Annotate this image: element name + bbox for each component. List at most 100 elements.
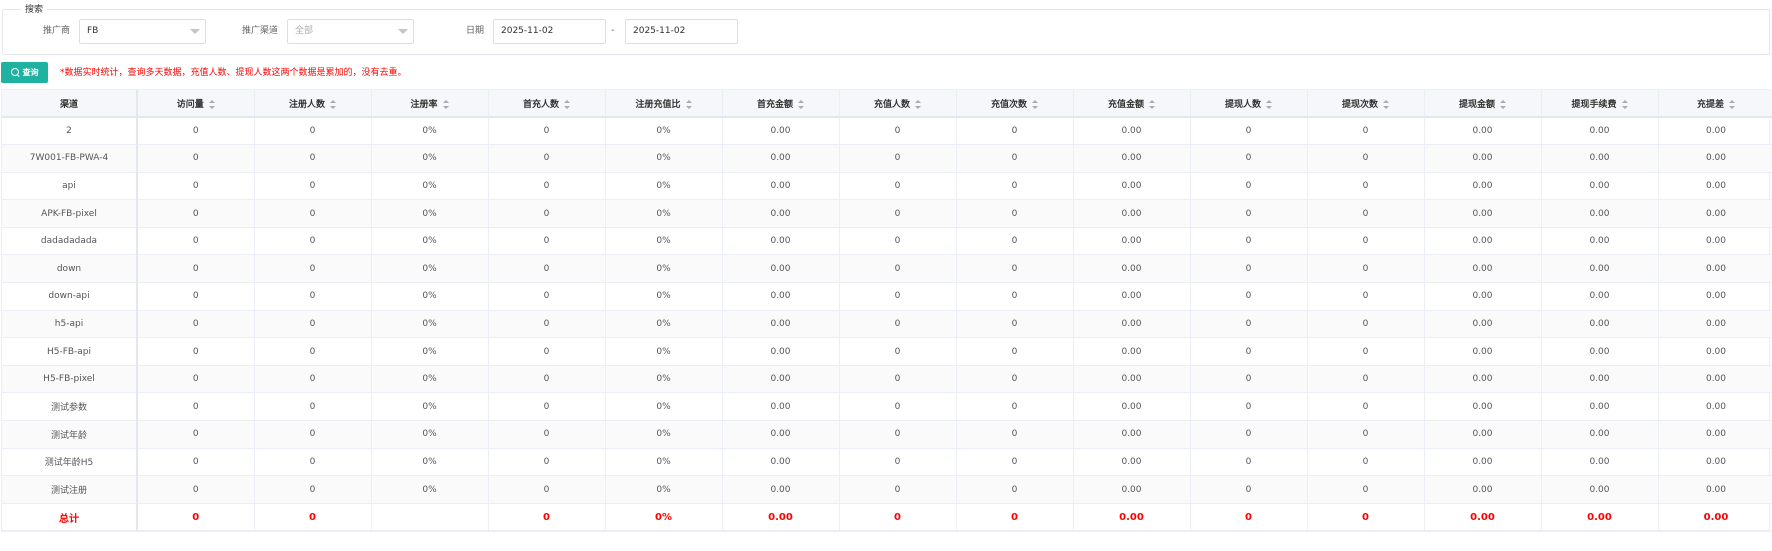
- column-header[interactable]: 注册人数: [254, 90, 372, 118]
- table-cell: 0: [956, 392, 1074, 422]
- column-header[interactable]: 提现手续费: [1541, 90, 1659, 118]
- table-cell: 0.00: [722, 420, 840, 449]
- table-cell: 0.00: [1658, 172, 1772, 201]
- column-header[interactable]: 充提差: [1658, 90, 1772, 118]
- table-cell: 0: [488, 503, 606, 532]
- column-header[interactable]: 提现金额: [1424, 90, 1542, 118]
- column-header[interactable]: 注册率: [371, 90, 489, 118]
- table-cell: 0: [254, 475, 372, 504]
- sort-icon[interactable]: [1032, 99, 1038, 109]
- column-header[interactable]: 充值人数: [839, 90, 957, 118]
- table-cell: 0: [839, 254, 957, 284]
- chevron-down-icon: [190, 29, 200, 34]
- table-cell: 0: [956, 227, 1074, 256]
- date-end-input[interactable]: 2025-11-02: [625, 19, 738, 44]
- query-button-label: 查询: [22, 68, 39, 77]
- table-cell: 0.00: [1073, 254, 1191, 284]
- column-header[interactable]: 提现人数: [1190, 90, 1308, 118]
- column-header[interactable]: 注册充值比: [605, 90, 723, 118]
- table-cell: [371, 503, 489, 532]
- table-cell: 0: [1307, 503, 1425, 532]
- channel-name-cell: H5-FB-pixel: [2, 365, 138, 394]
- table-cell: 0: [1307, 310, 1425, 339]
- table-cell: 0.00: [1658, 420, 1772, 449]
- sort-icon[interactable]: [1266, 99, 1272, 109]
- table-cell: 0: [956, 420, 1074, 449]
- table-cell: 0%: [605, 337, 723, 366]
- sort-icon[interactable]: [1149, 99, 1155, 109]
- table-cell: 0: [839, 420, 957, 449]
- table-cell: 0: [839, 337, 957, 366]
- column-header[interactable]: 充值次数: [956, 90, 1074, 118]
- table-cell: 0: [254, 172, 372, 201]
- table-cell: 0: [956, 310, 1074, 339]
- table-cell: 0: [1307, 227, 1425, 256]
- table-cell: 0: [956, 117, 1074, 146]
- table-cell: 0: [956, 282, 1074, 311]
- table-cell: 0.00: [1541, 448, 1659, 477]
- column-header: 渠道: [2, 90, 138, 118]
- table-cell: 0.00: [1073, 475, 1191, 504]
- table-cell: 0: [1190, 392, 1308, 422]
- sort-icon[interactable]: [1383, 99, 1389, 109]
- table-cell: 0: [488, 310, 606, 339]
- table-cell: 0: [1307, 448, 1425, 477]
- sort-icon[interactable]: [564, 99, 570, 109]
- table-cell: 0: [1190, 420, 1308, 449]
- channel-name-cell: api: [2, 172, 138, 201]
- table-cell: 0.00: [1658, 199, 1772, 228]
- table-row: H5-FB-api 0 0 0% 0 0% 0.00 0 0 0.00 0 0 0.00 0.00 0.00: [2, 337, 1772, 366]
- table-cell: 0%: [605, 448, 723, 477]
- table-cell: 0.00: [1658, 310, 1772, 339]
- sort-icon[interactable]: [685, 99, 692, 109]
- table-row: 2 0 0 0% 0 0% 0.00 0 0 0.00 0 0 0.00 0.00 0.00: [2, 117, 1772, 146]
- table-cell: 0: [1307, 117, 1425, 146]
- table-cell: 0: [1190, 365, 1308, 394]
- table-cell: 0: [956, 365, 1074, 394]
- sort-icon[interactable]: [915, 99, 921, 109]
- table-cell: 0: [1190, 503, 1308, 532]
- table-cell: 0%: [371, 420, 489, 449]
- sort-icon[interactable]: [442, 99, 449, 109]
- table-cell: 0: [839, 392, 957, 422]
- query-button[interactable]: 查询: [1, 62, 48, 83]
- table-cell: 0.00: [1658, 337, 1772, 366]
- table-cell: 0: [1307, 392, 1425, 422]
- sort-icon[interactable]: [1500, 99, 1506, 109]
- table-cell: 0.00: [1424, 365, 1542, 394]
- channel-name-cell: 2: [2, 117, 138, 146]
- table-cell: 0.00: [722, 475, 840, 504]
- sort-icon[interactable]: [1729, 99, 1735, 109]
- date-start-input[interactable]: 2025-11-02: [493, 19, 606, 44]
- table-cell: 0: [488, 475, 606, 504]
- table-cell: 0.00: [722, 282, 840, 311]
- table-cell: 0.00: [1424, 144, 1542, 173]
- table-cell: 0.00: [1073, 420, 1191, 449]
- table-cell: 0.00: [1073, 448, 1191, 477]
- table-cell: 0: [254, 254, 372, 284]
- sort-icon[interactable]: [1621, 99, 1628, 109]
- sort-icon[interactable]: [798, 99, 804, 109]
- column-header[interactable]: 提现次数: [1307, 90, 1425, 118]
- sort-icon[interactable]: [330, 99, 336, 109]
- table-cell: 0.00: [722, 199, 840, 228]
- table-cell: 0: [254, 282, 372, 311]
- channel-select[interactable]: 全部: [287, 19, 414, 44]
- promoter-select[interactable]: FB: [79, 19, 206, 44]
- sort-icon[interactable]: [208, 99, 215, 109]
- table-cell: 0: [839, 144, 957, 173]
- search-legend: 搜索: [21, 4, 48, 16]
- table-cell: 0: [1307, 282, 1425, 311]
- table-row: down 0 0 0% 0 0% 0.00 0 0 0.00 0 0 0.00 0.00 0.00: [2, 254, 1772, 284]
- column-header[interactable]: 首充金额: [722, 90, 840, 118]
- table-cell: 0%: [371, 199, 489, 228]
- column-header[interactable]: 首充人数: [488, 90, 606, 118]
- table-cell: 0.00: [1541, 365, 1659, 394]
- table-cell: 0.00: [1541, 254, 1659, 284]
- column-header[interactable]: 充值金额: [1073, 90, 1191, 118]
- table-row: 测试参数 0 0 0% 0 0% 0.00 0 0 0.00 0 0 0.00 0.00 0.00: [2, 392, 1772, 422]
- table-cell: 0: [137, 392, 255, 422]
- column-header[interactable]: 访问量: [137, 90, 255, 118]
- table-cell: 0.00: [1073, 227, 1191, 256]
- table-cell: 0: [488, 282, 606, 311]
